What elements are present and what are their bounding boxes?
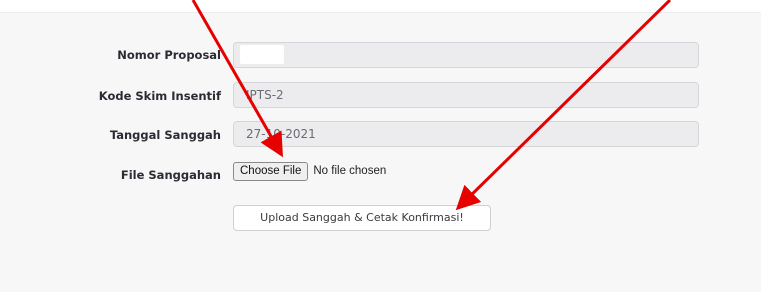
upload-sanggah-button[interactable]: Upload Sanggah & Cetak Konfirmasi!	[233, 205, 491, 231]
file-input[interactable]: Choose File No file chosen	[233, 160, 386, 182]
file-sanggahan-label: File Sanggahan	[120, 168, 221, 182]
sanggah-form: Nomor Proposal Kode Skim Insentif IPTS-2…	[0, 12, 761, 292]
redaction-mask	[240, 45, 284, 64]
tanggal-sanggah-label: Tanggal Sanggah	[109, 128, 221, 142]
nomor-proposal-field[interactable]	[233, 42, 699, 68]
kode-skim-label: Kode Skim Insentif	[98, 89, 221, 103]
kode-skim-field[interactable]: IPTS-2	[233, 82, 699, 108]
nomor-proposal-label: Nomor Proposal	[117, 48, 221, 62]
file-status-text: No file chosen	[313, 165, 387, 177]
choose-file-button[interactable]: Choose File	[233, 161, 309, 181]
tanggal-sanggah-field[interactable]: 27-10-2021	[233, 121, 699, 147]
